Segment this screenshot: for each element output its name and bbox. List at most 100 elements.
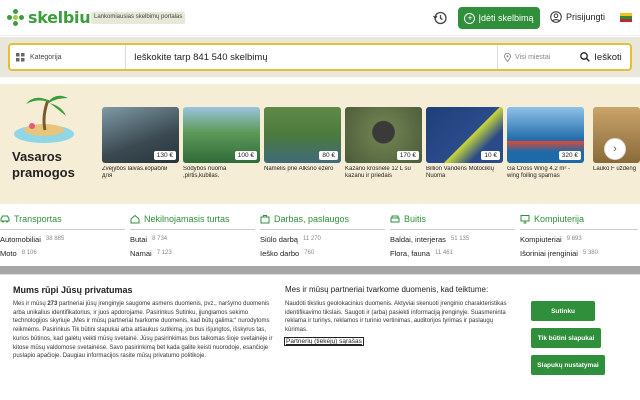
login-link[interactable]: Prisijungti bbox=[550, 11, 605, 23]
subcategory-link[interactable]: Išoriniai įrenginiai 5 380 bbox=[520, 249, 638, 258]
subcategory-link[interactable]: Namai 7 123 bbox=[130, 249, 255, 258]
history-icon[interactable] bbox=[432, 10, 448, 26]
category-title: Nekilnojamasis turtas bbox=[144, 213, 230, 224]
listing-image: 130 € bbox=[102, 107, 179, 163]
promo-card[interactable]: 80 € Namelis prie Alksno ežero bbox=[264, 107, 341, 189]
subcategory-label: Butai bbox=[130, 235, 148, 244]
city-select[interactable]: Visi miestai bbox=[497, 45, 572, 69]
consent-body-start: Mes ir mūsų bbox=[13, 301, 48, 307]
subcategory-label: Siūlo darbą bbox=[260, 235, 298, 244]
listing-title: Ga Cross Wing 4.2 m² - wing foiling spar… bbox=[507, 166, 571, 179]
search-section: Kategorija Ieškokite tarp 841 540 skelbi… bbox=[0, 37, 640, 77]
category-heading[interactable]: Buitis bbox=[390, 212, 515, 230]
logo-text: skelbiu bbox=[28, 8, 91, 27]
subcategory-link[interactable]: Moto 8 106 bbox=[0, 249, 125, 258]
price-badge: 100 € bbox=[234, 151, 257, 160]
subcategory-count: 760 bbox=[304, 250, 315, 256]
category-heading[interactable]: Nekilnojamasis turtas bbox=[130, 212, 255, 230]
promo-title-line2: pramogos bbox=[12, 165, 75, 180]
purposes-title: Mes ir mūsų partneriai tvarkome duomenis… bbox=[285, 285, 489, 294]
category-select[interactable]: Kategorija bbox=[10, 45, 126, 69]
subcategory-count: 11 461 bbox=[435, 250, 453, 256]
promo-card[interactable]: 320 € Ga Cross Wing 4.2 m² - wing foilin… bbox=[507, 107, 584, 189]
promo-card[interactable]: 130 € Žvejybos laivas.корабли для bbox=[102, 107, 179, 189]
purposes-body: Naudoti tikslius geolokacinius duomenis.… bbox=[285, 301, 507, 333]
subcategory-link[interactable]: Ieško darbo 760 bbox=[260, 249, 385, 258]
search-input[interactable]: Ieškokite tarp 841 540 skelbimų bbox=[126, 52, 497, 63]
category-heading[interactable]: Kompiuterija bbox=[520, 212, 638, 230]
listing-title: Sodybos nuoma ,pirtis,kubilas. bbox=[183, 166, 227, 179]
subcategory-label: Baldai, interjeras bbox=[390, 235, 446, 244]
partner-count: 273 bbox=[47, 301, 58, 307]
category-column: Darbas, paslaugos Siūlo darbą 11 270 Iešk… bbox=[260, 212, 385, 258]
search-icon bbox=[580, 52, 591, 62]
dim-overlay bbox=[0, 266, 640, 274]
add-listing-button[interactable]: + Įdėti skelbimą bbox=[458, 7, 540, 29]
category-heading[interactable]: Darbas, paslaugos bbox=[260, 212, 385, 230]
subcategory-count: 11 270 bbox=[302, 236, 321, 242]
subcategory-count: 9 693 bbox=[566, 236, 582, 242]
subcategory-link[interactable]: Butai 8 734 bbox=[130, 235, 255, 244]
subcategory-label: Automobiliai bbox=[0, 235, 41, 244]
summer-promo-section: Vasaros pramogos 130 € Žvejybos laivas.к… bbox=[0, 84, 640, 204]
car-icon bbox=[0, 215, 10, 222]
subcategory-count: 38 885 bbox=[45, 236, 65, 242]
listing-image: 100 € bbox=[183, 107, 260, 163]
logo-icon bbox=[7, 8, 25, 27]
search-button[interactable]: Ieškoti bbox=[572, 52, 630, 63]
language-flag-icon[interactable] bbox=[620, 13, 632, 22]
city-placeholder: Visi miestai bbox=[515, 53, 551, 61]
carousel-next-button[interactable]: › bbox=[604, 138, 626, 160]
subcategory-link[interactable]: Kompiuteriai 9 693 bbox=[520, 235, 638, 244]
subcategory-label: Namai bbox=[130, 249, 152, 258]
site-logo[interactable]: skelbiu bbox=[7, 8, 91, 27]
sofa-icon bbox=[390, 215, 400, 222]
subcategory-count: 7 123 bbox=[156, 250, 172, 256]
subcategory-count: 8 734 bbox=[152, 236, 168, 242]
accept-button[interactable]: Sutinku bbox=[531, 301, 595, 321]
listing-image: 80 € bbox=[264, 107, 341, 163]
promo-card[interactable]: 10 € Billion Vandens Motociklų Nuoma bbox=[426, 107, 503, 189]
search-button-label: Ieškoti bbox=[594, 51, 622, 63]
price-badge: 130 € bbox=[153, 151, 176, 160]
necessary-only-button[interactable]: Tik būtini slapukai bbox=[531, 328, 601, 348]
subcategory-label: Moto bbox=[0, 249, 17, 258]
category-column: Kompiuterija Kompiuteriai 9 693 Išoriniai… bbox=[520, 212, 638, 258]
login-label: Prisijungti bbox=[566, 12, 606, 22]
promo-card[interactable]: 100 € Sodybos nuoma ,pirtis,kubilas. bbox=[183, 107, 260, 189]
categories-section: Transportas Automobiliai 38 885 Moto 8 106… bbox=[0, 212, 640, 272]
price-badge: 170 € bbox=[396, 151, 419, 160]
briefcase-icon bbox=[260, 214, 270, 223]
listing-image: 170 € bbox=[345, 107, 422, 163]
subcategory-link[interactable]: Siūlo darbą 11 270 bbox=[260, 235, 385, 244]
subcategory-link[interactable]: Baldai, interjeras 51 135 bbox=[390, 235, 515, 244]
category-title: Darbas, paslaugos bbox=[274, 213, 350, 224]
category-title: Transportas bbox=[14, 213, 62, 224]
promo-title-line1: Vasaros bbox=[12, 149, 62, 164]
listing-title: Lauko F uždeng bbox=[593, 166, 637, 172]
consent-title: Mums rūpi Jūsų privatumas bbox=[13, 285, 133, 295]
subcategory-count: 51 135 bbox=[450, 236, 470, 242]
category-title: Buitis bbox=[404, 213, 427, 224]
listing-title: Kazano krosnelė 12 L su kazanu ir prieda… bbox=[345, 166, 411, 179]
category-column: Nekilnojamasis turtas Butai 8 734 Namai 7 … bbox=[130, 212, 255, 258]
house-icon bbox=[130, 214, 140, 223]
partners-list-link[interactable]: Partnerių (tiekėjų) sąrašas bbox=[284, 337, 364, 346]
price-badge: 320 € bbox=[558, 151, 581, 160]
add-listing-label: Įdėti skelbimą bbox=[478, 13, 534, 23]
top-header: skelbiu Lankomiausias skelbimų portalas … bbox=[0, 0, 640, 36]
cookie-consent-dialog: Mums rūpi Jūsų privatumas Mes ir mūsų 27… bbox=[0, 274, 640, 400]
subcategory-link[interactable]: Flora, fauna 11 461 bbox=[390, 249, 515, 258]
island-illustration-icon bbox=[14, 95, 74, 143]
category-heading[interactable]: Transportas bbox=[0, 212, 125, 230]
grid-icon bbox=[16, 52, 25, 61]
subcategory-link[interactable]: Automobiliai 38 885 bbox=[0, 235, 125, 244]
listing-image: 10 € bbox=[426, 107, 503, 163]
category-title: Kompiuterija bbox=[534, 213, 585, 224]
promo-card[interactable]: 170 € Kazano krosnelė 12 L su kazanu ir … bbox=[345, 107, 422, 189]
subcategory-label: Flora, fauna bbox=[390, 249, 431, 258]
price-badge: 10 € bbox=[481, 151, 500, 160]
plus-icon: + bbox=[464, 12, 476, 24]
tagline-badge: Lankomiausias skelbimų portalas bbox=[91, 12, 186, 24]
cookie-settings-button[interactable]: Slapukų nustatymai bbox=[531, 355, 605, 375]
